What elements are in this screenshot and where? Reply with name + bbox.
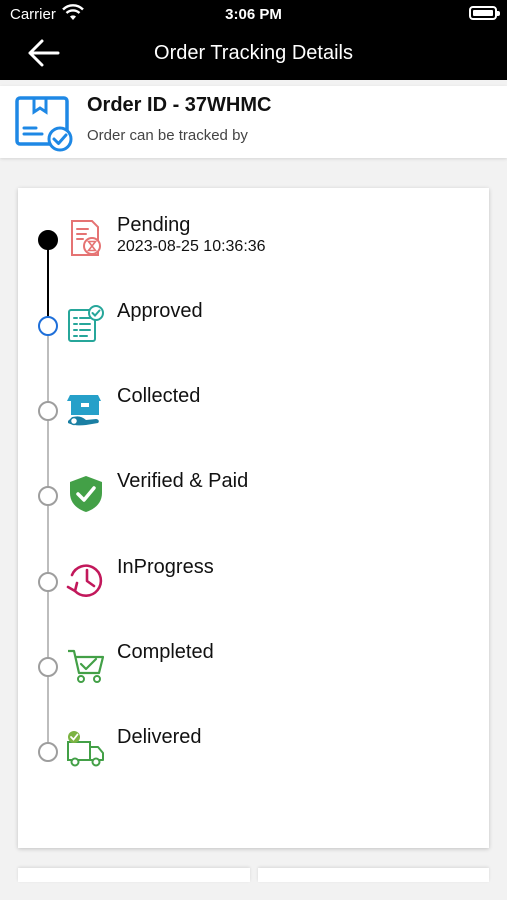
status-dot-upcoming [38,657,58,677]
order-summary-card: Order ID - 37WHMC Order can be tracked b… [0,86,507,158]
battery-icon [469,6,500,20]
status-dot-upcoming [38,572,58,592]
timeline-step-completed: Completed [18,641,489,701]
timeline-step-inprogress: InProgress [18,556,489,616]
status-dot-done [38,230,58,250]
app-header: Order Tracking Details [0,28,507,80]
tracking-timeline: Pending 2023-08-25 10:36:36 Approved Col… [18,188,489,848]
step-label: Approved [117,300,203,322]
status-bar: Carrier 3:06 PM [0,0,507,28]
status-dot-upcoming [38,742,58,762]
collected-box-icon [67,395,101,426]
clock: 3:06 PM [225,6,282,23]
status-dot-upcoming [38,486,58,506]
page-title: Order Tracking Details [154,42,353,64]
order-id: Order ID - 37WHMC [87,94,272,116]
status-dot-upcoming [38,401,58,421]
bottom-card-left [18,868,250,882]
timeline-step-delivered: Delivered [18,726,489,786]
pending-document-icon [71,220,101,256]
step-label: Verified & Paid [117,470,249,492]
approved-checklist-icon [68,305,104,342]
bottom-card-right [258,868,489,882]
in-progress-clock-icon [66,564,103,597]
verified-shield-icon [70,476,102,512]
step-label: Completed [117,641,214,663]
package-check-icon [15,96,73,152]
status-dot-current [38,316,58,336]
timeline-step-collected: Collected [18,385,489,445]
timeline-step-pending: Pending 2023-08-25 10:36:36 [18,214,489,274]
step-label: InProgress [117,556,214,578]
timeline-step-verified-paid: Verified & Paid [18,470,489,530]
step-label: Collected [117,385,201,407]
step-timestamp: 2023-08-25 10:36:36 [117,238,266,255]
step-label: Pending [117,214,191,236]
step-label: Delivered [117,726,202,748]
timeline-step-approved: Approved [18,300,489,360]
order-subtitle: Order can be tracked by [87,127,248,144]
delivered-truck-icon [67,731,104,767]
top-bar: Carrier 3:06 PM Order Tracking Details [0,0,507,80]
completed-cart-icon [68,649,105,683]
